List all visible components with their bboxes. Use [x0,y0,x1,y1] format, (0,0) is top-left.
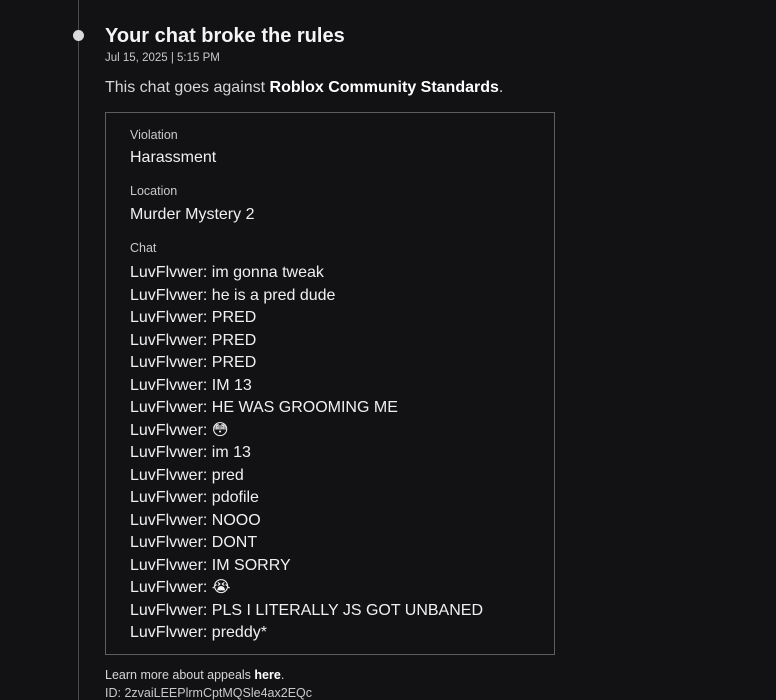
chat-label: Chat [130,241,157,255]
chat-message: LuvFlvwer: 😳 [130,421,229,439]
chat-message: LuvFlvwer: IM SORRY [130,556,291,574]
notice-description: This chat goes against Roblox Community … [105,79,503,97]
chat-message: LuvFlvwer: NOOO [130,511,261,529]
appeal-suffix: . [280,668,285,682]
timeline-line [78,0,79,700]
chat-message: LuvFlvwer: pdofile [130,489,259,506]
chat-message: LuvFlvwer: 😭 [130,579,231,596]
description-suffix: . [498,79,504,96]
violation-value: Harassment [130,149,217,166]
community-standards-link[interactable]: Roblox Community Standards [270,79,499,96]
chat-message: LuvFlvwer: PRED [130,354,257,371]
chat-message: LuvFlvwer: he is a pred dude [130,286,336,304]
chat-message: LuvFlvwer: HE WAS GROOMING ME [130,399,398,416]
chat-message: LuvFlvwer: PRED [130,309,257,326]
chat-message: LuvFlvwer: DONT [130,534,258,551]
chat-message: LuvFlvwer: im 13 [130,444,251,461]
chat-log: LuvFlvwer: im gonna tweak LuvFlvwer: he i… [130,262,483,645]
chat-message: LuvFlvwer: IM 13 [130,376,252,394]
appeal-prefix: Learn more about appeals [105,668,255,682]
location-label: Location [130,184,178,198]
violation-details-box: Violation Harassment Location Murder Mys… [105,112,555,655]
chat-message: LuvFlvwer: pred [130,466,244,484]
description-prefix: This chat goes against [105,79,270,96]
chat-message: LuvFlvwer: im gonna tweak [130,264,324,281]
location-value: Murder Mystery 2 [130,206,255,223]
appeal-info: Learn more about appeals here. [105,668,284,682]
violation-label: Violation [130,128,178,142]
chat-message: LuvFlvwer: PRED [130,331,257,349]
timeline-dot [73,30,84,41]
notice-timestamp: Jul 15, 2025 | 5:15 PM [105,52,220,64]
chat-message: LuvFlvwer: PLS I LITERALLY JS GOT UNBANE… [130,601,483,619]
notice-id: ID: 2zvaiLEEPlrmCptMQSle4ax2EQc [105,686,313,700]
moderation-history-page: Your chat broke the rules Jul 15, 2025 |… [0,0,776,700]
appeal-here-link[interactable]: here [254,668,280,682]
notice-title: Your chat broke the rules [105,25,345,47]
chat-message: LuvFlvwer: preddy* [130,624,267,641]
